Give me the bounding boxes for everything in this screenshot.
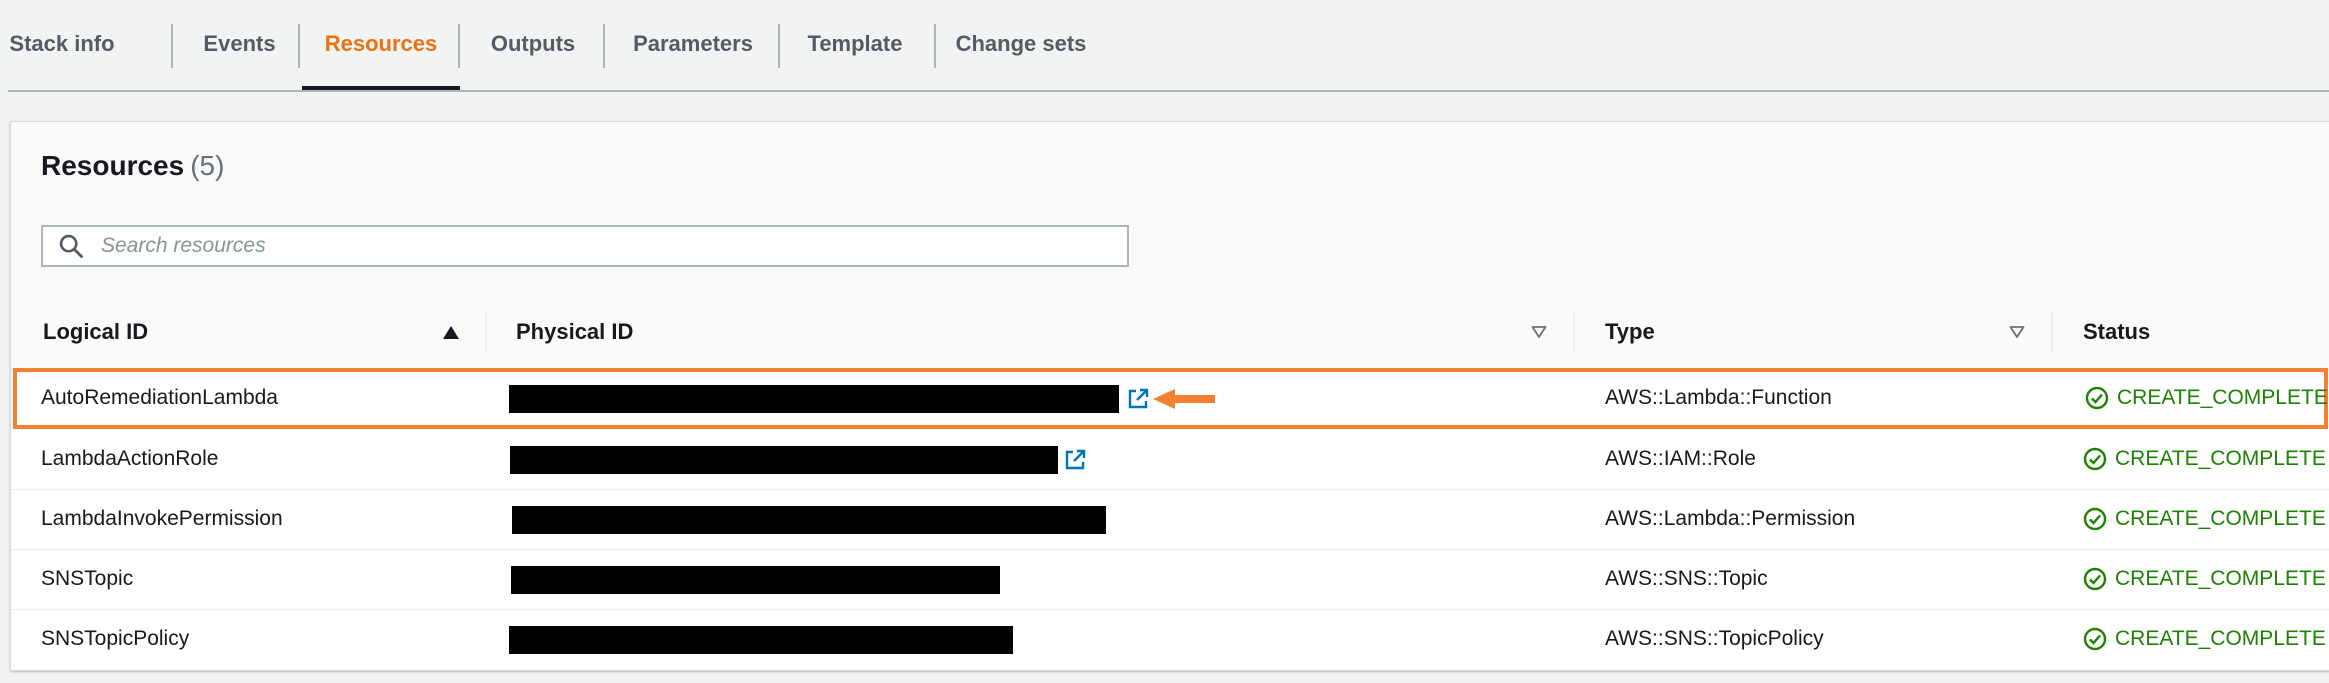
table-row: AutoRemediationLambda AWS::Lambda::Funct… (13, 368, 2328, 429)
tab-label: Resources (324, 31, 438, 56)
type-cell: AWS::Lambda::Function (1605, 386, 1832, 409)
panel-title-text: Resources (41, 150, 185, 181)
search-box[interactable] (41, 225, 1129, 267)
panel-header: Resources (5) (11, 122, 2329, 296)
type-cell: AWS::IAM::Role (1605, 447, 1756, 470)
status-cell: CREATE_COMPLETE (2083, 609, 2326, 669)
status-text: CREATE_COMPLETE (2117, 386, 2328, 409)
status-cell: CREATE_COMPLETE (2083, 429, 2326, 489)
column-header-physical-id[interactable]: Physical ID (516, 295, 633, 369)
type-cell: AWS::SNS::Topic (1605, 567, 1768, 590)
status-text: CREATE_COMPLETE (2115, 447, 2326, 470)
redacted-physical-id (512, 506, 1106, 534)
column-header-status[interactable]: Status (2083, 295, 2150, 369)
logical-id-cell: LambdaActionRole (41, 447, 219, 470)
tab-resources[interactable]: Resources (302, 0, 460, 90)
status-text: CREATE_COMPLETE (2115, 567, 2326, 590)
arrow-annotation-icon (1153, 389, 1215, 409)
tab-label: Template (807, 31, 903, 56)
resource-count: (5) (190, 150, 225, 181)
success-check-icon (2083, 627, 2107, 651)
success-check-icon (2083, 507, 2107, 531)
table-header: Logical ID Physical ID Type Status (11, 295, 2329, 370)
table-row: LambdaActionRole AWS::IAM::Role CREATE_C… (11, 429, 2329, 490)
external-link-icon[interactable] (1126, 387, 1150, 411)
column-header-logical-id[interactable]: Logical ID (43, 295, 148, 369)
sort-icon[interactable] (1531, 325, 1547, 339)
status-text: CREATE_COMPLETE (2115, 627, 2326, 650)
table-row: SNSTopic AWS::SNS::Topic CREATE_COMPLETE (11, 549, 2329, 610)
logical-id-cell: SNSTopicPolicy (41, 627, 190, 650)
column-divider[interactable] (485, 313, 487, 351)
success-check-icon (2083, 447, 2107, 471)
tab-label: Events (203, 31, 276, 56)
table-row: LambdaInvokePermission AWS::Lambda::Perm… (11, 489, 2329, 550)
tab-stack-info[interactable]: Stack info (8, 0, 116, 88)
tab-label: Parameters (633, 31, 753, 56)
redacted-physical-id (509, 626, 1013, 654)
redacted-physical-id (511, 566, 1000, 594)
type-cell: AWS::Lambda::Permission (1605, 507, 1856, 530)
type-cell: AWS::SNS::TopicPolicy (1605, 627, 1824, 650)
tab-label: Outputs (490, 31, 576, 56)
sort-ascending-icon[interactable] (443, 326, 459, 339)
tab-change-sets[interactable]: Change sets (936, 0, 1106, 88)
logical-id-cell: LambdaInvokePermission (41, 507, 283, 530)
column-label: Status (2083, 319, 2151, 344)
redacted-physical-id (510, 446, 1058, 474)
search-input[interactable] (99, 226, 1127, 266)
tab-label: Stack info (9, 31, 115, 56)
search-icon (59, 234, 83, 258)
logical-id-cell: SNSTopic (41, 567, 134, 590)
external-link-icon[interactable] (1063, 448, 1087, 472)
status-text: CREATE_COMPLETE (2115, 507, 2326, 530)
logical-id-cell: AutoRemediationLambda (41, 386, 278, 409)
column-label: Physical ID (516, 319, 634, 344)
success-check-icon (2085, 386, 2109, 410)
resources-panel: Resources(5) Logical ID Physical ID Type… (10, 121, 2329, 671)
tab-outputs[interactable]: Outputs (460, 0, 606, 88)
column-divider[interactable] (1573, 313, 1575, 351)
table-row: SNSTopicPolicy AWS::SNS::TopicPolicy CRE… (11, 609, 2329, 669)
tab-label: Change sets (955, 31, 1087, 56)
tab-events[interactable]: Events (171, 0, 308, 88)
column-label: Type (1605, 319, 1655, 344)
success-check-icon (2083, 567, 2107, 591)
status-cell: CREATE_COMPLETE (2085, 368, 2328, 428)
status-cell: CREATE_COMPLETE (2083, 549, 2326, 609)
column-header-type[interactable]: Type (1605, 295, 1655, 369)
status-cell: CREATE_COMPLETE (2083, 489, 2326, 549)
column-label: Logical ID (43, 319, 149, 344)
redacted-physical-id (509, 385, 1119, 413)
panel-title: Resources (5) (41, 150, 224, 182)
tab-divider (298, 24, 300, 68)
sort-icon[interactable] (2009, 325, 2025, 339)
tab-bar: Stack info Events Resources Outputs Para… (8, 0, 2329, 92)
column-divider[interactable] (2051, 313, 2053, 351)
tab-parameters[interactable]: Parameters (605, 0, 781, 88)
tab-template[interactable]: Template (780, 0, 930, 88)
